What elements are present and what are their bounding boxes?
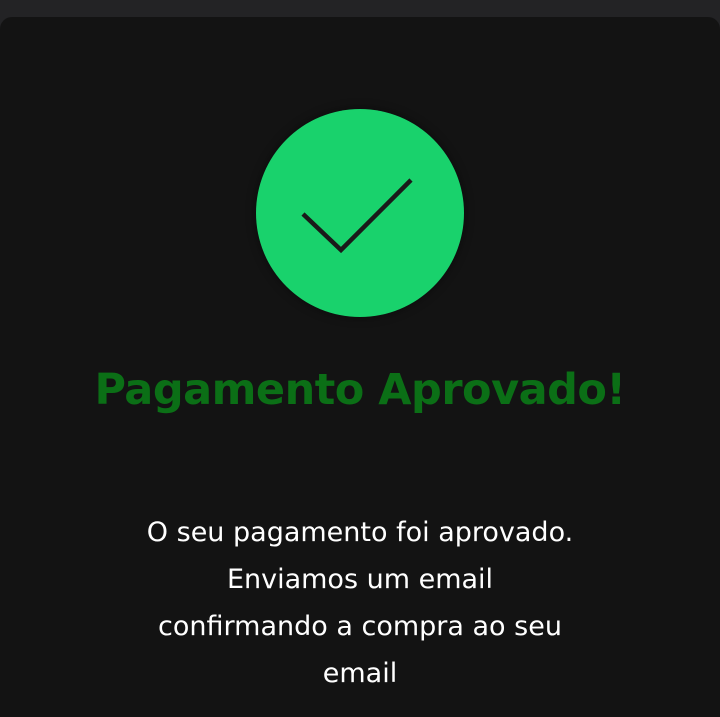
status-title: Pagamento Aprovado!	[94, 365, 626, 415]
success-badge	[256, 109, 464, 317]
message-line: email	[322, 658, 398, 689]
message-line: confirmando a compra ao seu	[158, 611, 562, 642]
status-message: O seu pagamento foi aprovado. Enviamos u…	[90, 509, 630, 697]
check-icon	[301, 178, 413, 254]
payment-status-card: Pagamento Aprovado! O seu pagamento foi …	[0, 17, 720, 717]
message-line: Enviamos um email	[226, 564, 494, 595]
message-line: O seu pagamento foi aprovado.	[146, 517, 574, 548]
